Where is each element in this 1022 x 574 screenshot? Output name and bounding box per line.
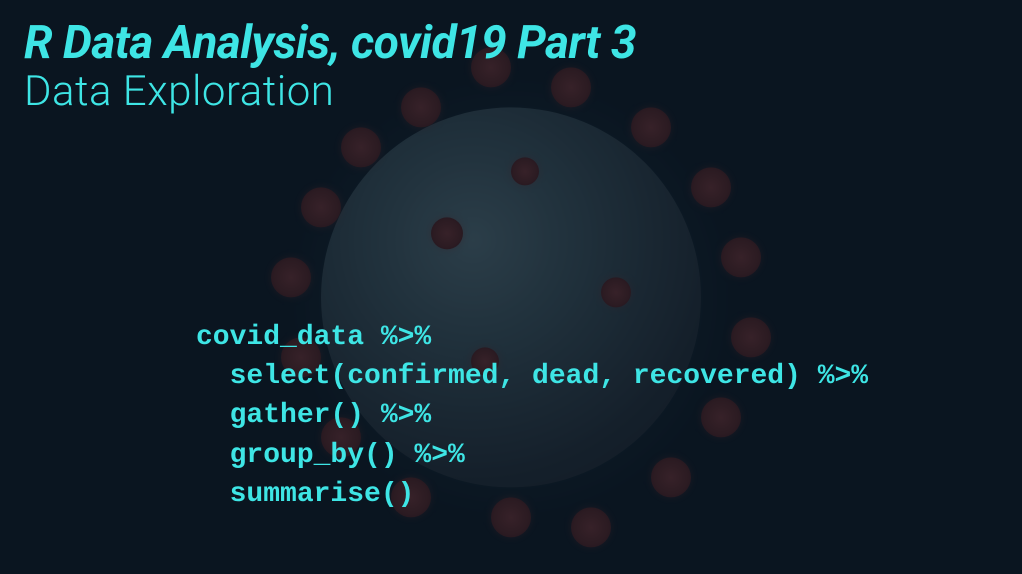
slide-content: R Data Analysis, covid19 Part 3 Data Exp… [0,0,1022,136]
slide-title: R Data Analysis, covid19 Part 3 [24,16,998,70]
code-snippet: covid_data %>% select(confirmed, dead, r… [196,318,868,514]
code-line-4: group_by() %>% [196,440,465,471]
slide-subtitle: Data Exploration [24,68,998,116]
code-line-3: gather() %>% [196,400,431,431]
code-line-2: select(confirmed, dead, recovered) %>% [196,361,868,392]
code-line-1: covid_data %>% [196,322,431,353]
code-line-5: summarise() [196,479,414,510]
